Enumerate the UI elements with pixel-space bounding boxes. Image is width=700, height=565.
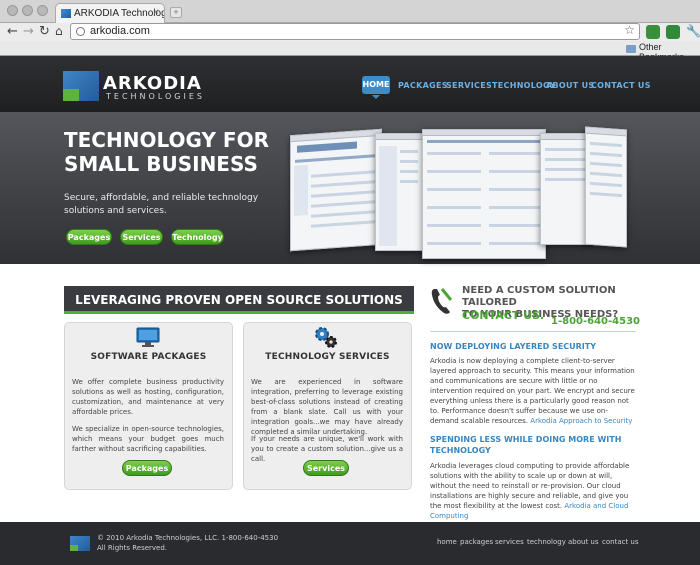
services-button[interactable]: Services <box>303 460 349 476</box>
screenshot-preview-center <box>422 129 546 259</box>
footer-link-services[interactable]: services <box>495 538 524 546</box>
home-icon[interactable]: ⌂ <box>55 24 63 38</box>
new-tab-button[interactable]: + <box>170 7 182 18</box>
screenshot-preview-left <box>290 128 382 252</box>
screenshot-preview-middle-right <box>540 133 590 245</box>
arkodia-logo-icon[interactable] <box>63 71 99 101</box>
url-text: arkodia.com <box>90 25 150 37</box>
footer-logo-icon <box>70 536 90 551</box>
screenshot-preview-right <box>585 126 627 248</box>
contact-us-link[interactable]: CONTACT US. <box>462 309 544 322</box>
hero-packages-button[interactable]: Packages <box>66 229 112 245</box>
cloud-body: Arkodia leverages cloud computing to pro… <box>430 461 636 521</box>
monitor-icon <box>136 327 160 347</box>
bookmarks-bar: Other Bookmarks <box>0 41 700 62</box>
software-packages-text-2: We specialize in open-source technologie… <box>72 425 224 453</box>
footer-link-home[interactable]: home <box>437 538 457 546</box>
hero-technology-button[interactable]: Technology <box>171 229 224 245</box>
back-arrow-icon[interactable]: ← <box>7 25 18 39</box>
logo-subtitle: TECHNOLOGIES <box>106 92 205 101</box>
footer-link-about-us[interactable]: about us <box>568 538 599 546</box>
minimize-window-icon[interactable] <box>22 5 33 16</box>
nav-services[interactable]: SERVICES <box>446 81 492 90</box>
sidebar-divider <box>430 331 636 332</box>
address-bar[interactable]: arkodia.com ☆ <box>70 23 640 40</box>
cta-line1: NEED A CUSTOM SOLUTION TAILORED <box>462 285 616 308</box>
reload-icon[interactable]: ↻ <box>39 25 50 39</box>
hero-subtitle: Secure, affordable, and reliable technol… <box>64 193 259 216</box>
hero-title: TECHNOLOGY FOR SMALL BUSINESS <box>64 128 284 176</box>
tab-close-icon[interactable]: × <box>153 7 159 18</box>
nav-about-us[interactable]: ABOUT US <box>546 81 595 90</box>
software-packages-title: SOFTWARE PACKAGES <box>90 352 207 362</box>
phone-number[interactable]: 1-800-640-4530 <box>551 316 640 327</box>
browser-tab[interactable]: ARKODIA Technologies, LLC. × <box>55 3 165 23</box>
gears-icon <box>315 327 337 348</box>
star-icon[interactable]: ☆ <box>624 23 635 37</box>
technology-services-title: TECHNOLOGY SERVICES <box>265 352 390 362</box>
nav-home[interactable]: HOME <box>362 76 390 99</box>
globe-icon <box>76 27 85 36</box>
packages-button[interactable]: Packages <box>122 460 172 476</box>
security-heading[interactable]: NOW DEPLOYING LAYERED SECURITY <box>430 341 630 352</box>
technology-services-text-1: We are experienced in software integrati… <box>251 378 403 436</box>
green-extension-icon[interactable] <box>666 25 680 39</box>
software-packages-text-1: We offer complete business productivity … <box>72 378 224 416</box>
security-body-text: Arkodia is now deploying a complete clie… <box>430 357 635 425</box>
security-link[interactable]: Arkodia Approach to Security <box>530 417 632 425</box>
wrench-icon[interactable]: 🔧 <box>686 24 700 38</box>
tab-title: ARKODIA Technologies, LLC. <box>74 8 164 19</box>
hero-title-line1: TECHNOLOGY FOR <box>64 128 269 152</box>
favicon-icon <box>61 9 71 18</box>
cloud-heading[interactable]: SPENDING LESS WHILE DOING MORE WITH TECH… <box>430 434 630 456</box>
footer-link-technology[interactable]: technology <box>527 538 566 546</box>
footer-copyright: © 2010 Arkodia Technologies, LLC. 1-800-… <box>97 534 279 542</box>
footer-rights: All Rights Reserved. <box>97 544 168 552</box>
logo-name[interactable]: ARKODIA <box>103 73 202 94</box>
browser-tab-bar: ARKODIA Technologies, LLC. × + <box>0 0 700 23</box>
forward-arrow-icon[interactable]: → <box>23 25 34 39</box>
nav-packages[interactable]: PACKAGES <box>398 81 448 90</box>
hero-services-button[interactable]: Services <box>120 229 163 245</box>
security-body: Arkodia is now deploying a complete clie… <box>430 356 636 426</box>
screenshot-preview-middle-left <box>375 133 423 251</box>
open-source-banner: LEVERAGING PROVEN OPEN SOURCE SOLUTIONS <box>64 286 414 314</box>
footer-link-contact-us[interactable]: contact us <box>602 538 639 546</box>
close-window-icon[interactable] <box>7 5 18 16</box>
phone-icon <box>431 288 452 314</box>
stumbleupon-icon[interactable] <box>646 25 660 39</box>
hero-title-line2: SMALL BUSINESS <box>64 152 258 176</box>
zoom-window-icon[interactable] <box>37 5 48 16</box>
nav-contact-us[interactable]: CONTACT US <box>591 81 651 90</box>
footer-link-packages[interactable]: packages <box>460 538 493 546</box>
folder-icon <box>626 45 636 53</box>
